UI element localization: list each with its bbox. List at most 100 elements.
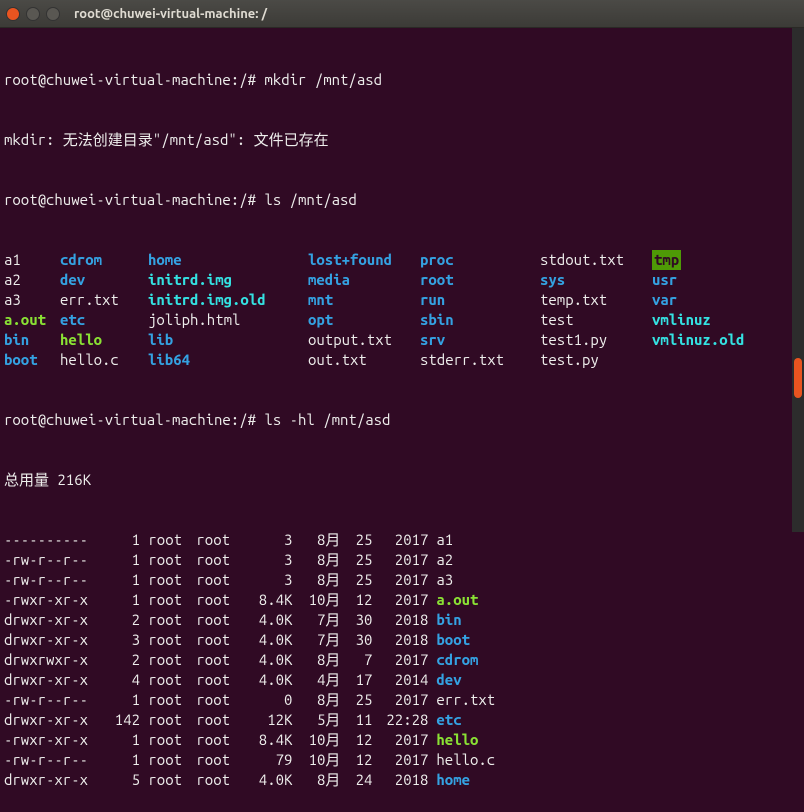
ls-long-row: -rwxr-xr-x1 rootroot8.4K10月122017hello — [4, 730, 800, 750]
window-title: root@chuwei-virtual-machine: / — [74, 4, 267, 24]
ls-cell: root — [148, 770, 196, 790]
ls-entry: etc — [60, 310, 148, 330]
ls-cell: dev — [436, 670, 461, 690]
close-icon[interactable] — [6, 7, 20, 21]
ls-long-row: drwxr-xr-x142 rootroot12K5月1122:28etc — [4, 710, 800, 730]
ls-long-row: drwxr-xr-x3 rootroot4.0K7月302018boot — [4, 630, 800, 650]
ls-cell: home — [436, 770, 470, 790]
ls-cell: drwxrwxr-x — [4, 650, 100, 670]
ls-cell: 4月 — [292, 670, 340, 690]
ls-cell: root — [196, 530, 244, 550]
ls-cell: root — [196, 630, 244, 650]
ls-cell: drwxr-xr-x — [4, 710, 100, 730]
ls-cell: a1 — [436, 530, 453, 550]
prompt: root@chuwei-virtual-machine:/# — [4, 411, 256, 428]
scrollbar[interactable] — [792, 28, 804, 532]
ls-cell: 4.0K — [244, 670, 292, 690]
ls-cell: 22:28 — [372, 710, 428, 730]
ls-cell: root — [148, 750, 196, 770]
ls-cell: 4.0K — [244, 630, 292, 650]
ls-cell: root — [196, 650, 244, 670]
ls-cell: 2017 — [372, 750, 428, 770]
ls-cell: -rwxr-xr-x — [4, 590, 100, 610]
ls-cell: boot — [436, 630, 470, 650]
scrollbar-thumb[interactable] — [794, 358, 802, 398]
minimize-icon[interactable] — [26, 7, 40, 21]
ls-output: a1cdromhomelost+foundprocstdout.txttmpa2… — [4, 250, 800, 370]
ls-row: a3err.txtinitrd.img.oldmntruntemp.txtvar — [4, 290, 800, 310]
terminal-body[interactable]: root@chuwei-virtual-machine:/# mkdir /mn… — [0, 28, 804, 812]
ls-entry: joliph.html — [148, 310, 308, 330]
ls-cell: 8月 — [292, 530, 340, 550]
ls-cell: 7 — [340, 650, 372, 670]
ls-cell: 2 — [100, 610, 140, 630]
ls-cell: 2017 — [372, 730, 428, 750]
ls-entry: test1.py — [540, 330, 652, 350]
ls-entry: initrd.img — [148, 270, 308, 290]
error-output: mkdir: 无法创建目录"/mnt/asd": 文件已存在 — [4, 130, 800, 150]
ls-cell: 8.4K — [244, 590, 292, 610]
ls-entry: dev — [60, 270, 148, 290]
ls-cell: 2017 — [372, 550, 428, 570]
ls-cell: 4.0K — [244, 610, 292, 630]
prompt-line: root@chuwei-virtual-machine:/# mkdir /mn… — [4, 70, 800, 90]
ls-cell: 1 — [100, 570, 140, 590]
ls-cell: 2017 — [372, 650, 428, 670]
ls-cell: 12K — [244, 710, 292, 730]
ls-cell: 1 — [100, 590, 140, 610]
ls-row: binhelloliboutput.txtsrvtest1.pyvmlinuz.… — [4, 330, 800, 350]
ls-entry: vmlinuz.old — [652, 330, 744, 350]
ls-cell: bin — [436, 610, 461, 630]
ls-long-output: ----------1 rootroot38月252017a1-rw-r--r-… — [4, 530, 800, 790]
ls-cell: 2017 — [372, 690, 428, 710]
ls-long-row: -rw-r--r--1 rootroot38月252017a3 — [4, 570, 800, 590]
ls-cell: 1 — [100, 690, 140, 710]
ls-cell: 4 — [100, 670, 140, 690]
ls-entry: root — [420, 270, 540, 290]
ls-cell: 12 — [340, 730, 372, 750]
ls-cell: root — [196, 730, 244, 750]
ls-cell: a.out — [436, 590, 478, 610]
ls-entry: lib64 — [148, 350, 308, 370]
ls-cell: root — [196, 670, 244, 690]
ls-cell: root — [148, 590, 196, 610]
prompt: root@chuwei-virtual-machine:/# — [4, 191, 256, 208]
ls-cell: 1 — [100, 750, 140, 770]
ls-cell: root — [196, 710, 244, 730]
ls-cell: 17 — [340, 670, 372, 690]
ls-row: a.outetcjoliph.htmloptsbintestvmlinuz — [4, 310, 800, 330]
prompt-line: root@chuwei-virtual-machine:/# ls /mnt/a… — [4, 190, 800, 210]
ls-cell: 2 — [100, 650, 140, 670]
ls-cell: root — [196, 750, 244, 770]
ls-cell: root — [148, 710, 196, 730]
ls-entry: sbin — [420, 310, 540, 330]
ls-cell: 8月 — [292, 570, 340, 590]
ls-entry: stdout.txt — [540, 250, 652, 270]
ls-cell: root — [148, 550, 196, 570]
ls-cell: root — [148, 610, 196, 630]
maximize-icon[interactable] — [46, 7, 60, 21]
ls-entry: sys — [540, 270, 652, 290]
ls-cell: -rwxr-xr-x — [4, 730, 100, 750]
ls-cell: a2 — [436, 550, 453, 570]
ls-entry: err.txt — [60, 290, 148, 310]
ls-cell: root — [148, 650, 196, 670]
ls-cell: -rw-r--r-- — [4, 690, 100, 710]
ls-cell: 10月 — [292, 750, 340, 770]
ls-cell: 2017 — [372, 570, 428, 590]
ls-cell: 11 — [340, 710, 372, 730]
ls-entry: var — [652, 290, 677, 310]
command-text: ls /mnt/asd — [264, 191, 356, 208]
ls-cell: 3 — [244, 570, 292, 590]
ls-entry: initrd.img.old — [148, 290, 308, 310]
ls-entry: stderr.txt — [420, 350, 540, 370]
ls-cell: 2014 — [372, 670, 428, 690]
ls-cell: 1 — [100, 730, 140, 750]
ls-cell: 12 — [340, 750, 372, 770]
ls-cell: 0 — [244, 690, 292, 710]
ls-cell: -rw-r--r-- — [4, 750, 100, 770]
ls-row: boothello.clib64out.txtstderr.txttest.py — [4, 350, 800, 370]
ls-cell: drwxr-xr-x — [4, 670, 100, 690]
ls-cell: -rw-r--r-- — [4, 570, 100, 590]
ls-entry: a1 — [4, 250, 60, 270]
